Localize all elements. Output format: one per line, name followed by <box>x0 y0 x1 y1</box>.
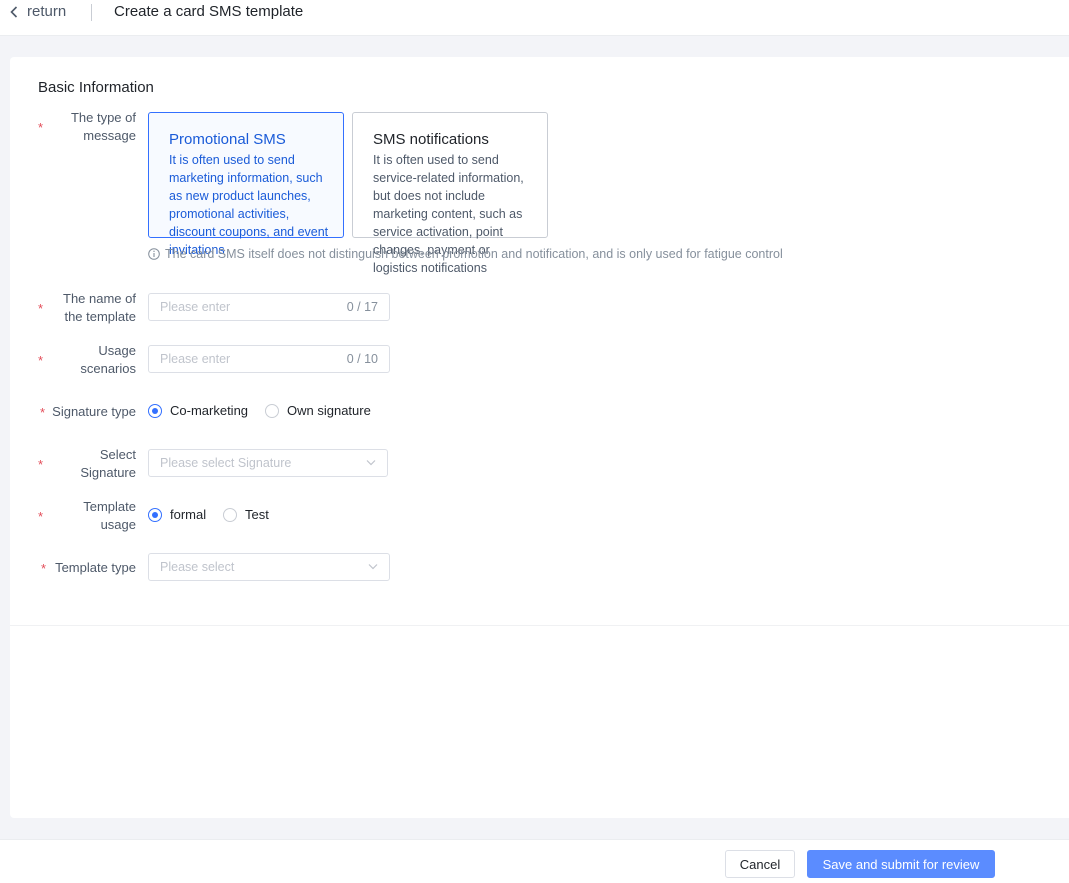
return-link[interactable]: return <box>10 3 66 20</box>
signature-type-label: Signature type <box>52 404 136 419</box>
option-title: Promotional SMS <box>169 131 286 148</box>
message-type-hint: The card SMS itself does not distinguish… <box>148 247 783 261</box>
label-line: message <box>83 128 136 143</box>
usage-scenarios-label: Usage scenarios <box>50 342 136 378</box>
return-label: return <box>27 3 67 20</box>
chevron-left-icon <box>10 5 18 18</box>
message-type-label: The type of message <box>50 109 136 145</box>
radio-label: Test <box>245 507 269 522</box>
radio-label: formal <box>170 507 207 522</box>
required-mark: * <box>38 120 44 135</box>
template-type-label: Template type <box>55 560 136 575</box>
label-line: the template <box>64 309 136 324</box>
chevron-down-icon <box>366 460 376 466</box>
required-mark: * <box>41 561 47 576</box>
template-name-label: The name of the template <box>50 290 136 326</box>
template-type-select[interactable]: Please select <box>148 553 390 581</box>
label-line: Usage <box>98 343 136 358</box>
label-line: The type of <box>70 110 136 125</box>
option-title: SMS notifications <box>373 131 489 148</box>
option-description: It is often used to send marketing infor… <box>169 153 329 257</box>
signature-select[interactable]: Please select Signature <box>148 449 388 477</box>
radio-test[interactable]: Test <box>223 507 269 522</box>
radio-co-marketing[interactable]: Co-marketing <box>148 403 248 418</box>
page-title: Create a card SMS template <box>114 3 304 20</box>
usage-scenarios-input[interactable]: Please enter 0 / 10 <box>148 345 390 373</box>
radio-label: Co-marketing <box>170 403 249 418</box>
promotional-sms-option[interactable]: Promotional SMS It is often used to send… <box>148 112 344 257</box>
char-counter: 0 / 10 <box>346 352 378 366</box>
chevron-down-icon <box>368 564 378 570</box>
form-card: Basic Information * The type of message … <box>10 57 1069 818</box>
header-divider <box>91 4 92 21</box>
radio-label: Own signature <box>287 403 371 418</box>
input-placeholder: Please enter <box>160 352 231 366</box>
sms-notifications-option[interactable]: SMS notifications It is often used to se… <box>352 112 548 275</box>
label-line: The name of <box>63 291 136 306</box>
required-mark: * <box>38 301 44 316</box>
label-line: Select <box>99 447 136 462</box>
radio-circle <box>265 403 279 418</box>
info-icon <box>148 248 160 260</box>
char-counter: 0 / 17 <box>346 300 378 314</box>
template-usage-label: Template usage <box>50 498 136 534</box>
radio-circle-checked <box>148 507 162 522</box>
card-divider <box>10 625 1069 626</box>
radio-own-signature[interactable]: Own signature <box>265 403 371 418</box>
select-placeholder: Please select <box>160 560 235 574</box>
label-line: usage <box>100 517 136 532</box>
hint-text: The card SMS itself does not distinguish… <box>165 247 783 261</box>
required-mark: * <box>40 405 46 420</box>
select-signature-label: Select Signature <box>50 446 136 482</box>
radio-circle-checked <box>148 403 162 418</box>
required-mark: * <box>38 457 44 472</box>
label-line: scenarios <box>80 361 136 376</box>
section-title: Basic Information <box>38 79 154 96</box>
required-mark: * <box>38 353 44 368</box>
radio-formal[interactable]: formal <box>148 507 206 522</box>
radio-circle <box>223 507 237 522</box>
label-line: Signature <box>80 465 136 480</box>
cancel-button[interactable]: Cancel <box>725 850 795 878</box>
label-line: Template <box>83 499 136 514</box>
required-mark: * <box>38 509 44 524</box>
template-name-input[interactable]: Please enter 0 / 17 <box>148 293 390 321</box>
input-placeholder: Please enter <box>160 300 231 314</box>
submit-review-button[interactable]: Save and submit for review <box>807 850 995 878</box>
select-placeholder: Please select Signature <box>160 456 292 470</box>
top-bar: return Create a card SMS template <box>0 0 1069 36</box>
footer-bar: Cancel Save and submit for review <box>0 839 1069 883</box>
